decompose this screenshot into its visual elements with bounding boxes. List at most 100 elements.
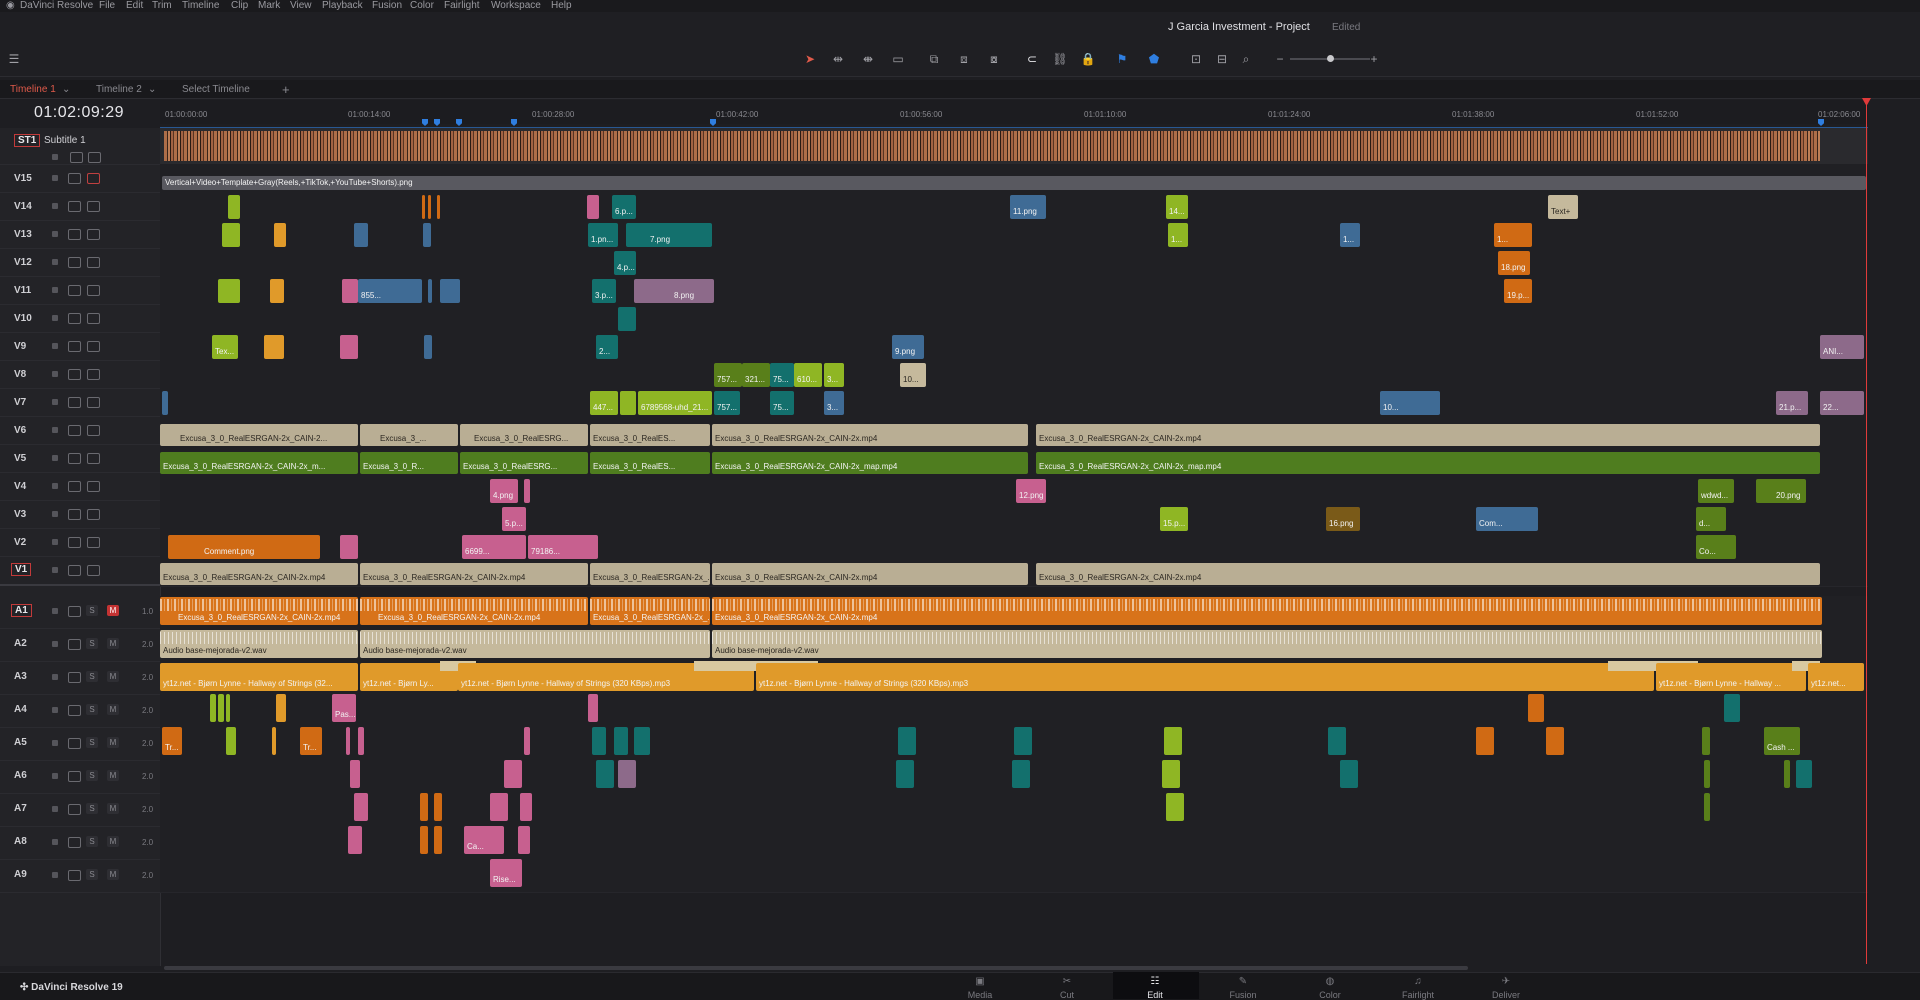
timeline-clip[interactable]: wdwd... [1698, 479, 1734, 503]
timeline-clip[interactable]: 4.p... [614, 251, 636, 275]
menu-clip[interactable]: Clip [231, 0, 248, 12]
menu-color[interactable]: Color [410, 0, 434, 12]
tab-select-timeline[interactable]: Select Timeline [182, 82, 250, 98]
audio-clip[interactable] [420, 826, 428, 854]
video-enable-icon[interactable] [87, 565, 100, 576]
mute-button[interactable]: M [107, 605, 119, 616]
video-enable-icon[interactable] [87, 509, 100, 520]
timeline-clip[interactable]: 3... [824, 363, 844, 387]
timeline-clip[interactable] [620, 391, 636, 415]
lock-icon[interactable] [52, 773, 58, 779]
timeline-clip[interactable]: 16.png [1326, 507, 1360, 531]
timeline-clip[interactable]: Excusa_3_0_RealESRGAN-2x_CAIN-2x.mp4 [1036, 563, 1820, 585]
video-disabled-icon[interactable] [87, 173, 100, 184]
lock-icon[interactable] [52, 539, 58, 545]
trim-mode-icon[interactable]: ⇹ [830, 52, 846, 66]
zoom-in-icon[interactable]: + [1366, 52, 1382, 66]
track-header-v4[interactable]: V4 [0, 472, 160, 501]
audio-clip[interactable] [226, 727, 236, 755]
timeline-options-icon[interactable]: ☰ [6, 52, 22, 66]
auto-track-icon[interactable] [68, 672, 81, 683]
track-header-v11[interactable]: V11 [0, 276, 160, 305]
edit-page-icon[interactable]: ☷ [1125, 976, 1185, 987]
solo-button[interactable]: S [86, 638, 98, 649]
timeline-clip[interactable] [228, 195, 240, 219]
audio-clip[interactable]: Rise... [490, 859, 522, 887]
track-header-v3[interactable]: V3 [0, 500, 160, 529]
audio-clip[interactable]: Audio base-mejorada-v2.wav [360, 630, 710, 658]
timeline-clip[interactable]: 6699... [462, 535, 526, 559]
track-header-st1[interactable]: ST1 Subtitle 1 [0, 128, 160, 165]
timeline-clip[interactable] [587, 195, 599, 219]
audio-clip[interactable] [358, 727, 364, 755]
auto-track-icon[interactable] [70, 152, 83, 163]
auto-track-icon[interactable] [68, 606, 81, 617]
timeline-clip[interactable]: 3.p... [592, 279, 616, 303]
menu-view[interactable]: View [290, 0, 312, 12]
timeline-clip[interactable]: Tex... [212, 335, 238, 359]
timeline-clip[interactable] [270, 279, 284, 303]
blade-mode-icon[interactable]: ▭ [890, 52, 906, 66]
auto-track-icon[interactable] [68, 285, 81, 296]
audio-clip[interactable] [434, 793, 442, 821]
auto-track-icon[interactable] [68, 341, 81, 352]
deliver-page-icon[interactable]: ✈ [1476, 976, 1536, 987]
subtitle-clips[interactable] [164, 131, 1820, 161]
audio-clip[interactable] [1704, 760, 1710, 788]
track-header-v13[interactable]: V13 [0, 220, 160, 249]
audio-clip[interactable]: yt1z.net - Bjørn Lynne - Hallway ... [1656, 663, 1806, 691]
lock-icon[interactable] [52, 175, 58, 181]
timeline-clip[interactable]: Com... [1476, 507, 1538, 531]
playhead[interactable] [1866, 98, 1867, 964]
audio-clip[interactable]: Tr... [162, 727, 182, 755]
audio-clip[interactable]: Tr... [300, 727, 322, 755]
auto-track-icon[interactable] [68, 369, 81, 380]
menu-fusion[interactable]: Fusion [372, 0, 402, 12]
mute-button[interactable]: M [107, 770, 119, 781]
timeline-clip[interactable]: d... [1696, 507, 1726, 531]
track-header-v15[interactable]: V15 [0, 164, 160, 193]
track-header-v5[interactable]: V5 [0, 444, 160, 473]
audio-clip[interactable] [1702, 727, 1710, 755]
timeline-clip[interactable]: Excusa_3_0_RealES... [590, 452, 710, 474]
auto-track-icon[interactable] [68, 201, 81, 212]
timeline-clip[interactable]: Text+ [1548, 195, 1578, 219]
overwrite-clip-icon[interactable]: ⧈ [956, 52, 972, 66]
timeline-clip[interactable] [618, 307, 636, 331]
video-enable-icon[interactable] [87, 201, 100, 212]
auto-track-icon[interactable] [68, 229, 81, 240]
audio-clip[interactable] [504, 760, 522, 788]
lock-icon[interactable] [52, 641, 58, 647]
linked-selection-icon[interactable]: ⛓ [1052, 52, 1068, 66]
timeline-clip[interactable]: Excusa_3_0_R... [360, 452, 458, 474]
audio-clip[interactable]: Excusa_3_0_RealESRGAN-2x_CAIN-2x.mp4 [712, 597, 1822, 625]
timeline-clip[interactable]: 75... [770, 363, 794, 387]
auto-track-icon[interactable] [68, 738, 81, 749]
auto-track-icon[interactable] [68, 257, 81, 268]
timeline-clip[interactable]: 22... [1820, 391, 1864, 415]
timeline-clip[interactable]: 1.pn... [588, 223, 618, 247]
fairlight-page-icon[interactable]: ♫ [1388, 976, 1448, 987]
timeline-clip[interactable] [274, 223, 286, 247]
menu-playback[interactable]: Playback [322, 0, 363, 12]
audio-clip[interactable] [348, 826, 362, 854]
timeline-clip[interactable]: 9.png [892, 335, 924, 359]
timeline-clip[interactable]: Co... [1696, 535, 1736, 559]
track-header-a6[interactable]: A6 S M 2.0 [0, 760, 160, 794]
video-enable-icon[interactable] [87, 481, 100, 492]
add-tab-icon[interactable]: + [282, 82, 290, 98]
solo-button[interactable]: S [86, 671, 98, 682]
audio-clip[interactable] [524, 727, 530, 755]
lock-icon[interactable] [52, 483, 58, 489]
audio-clip[interactable] [1164, 727, 1182, 755]
lock-icon[interactable] [52, 839, 58, 845]
auto-track-icon[interactable] [68, 397, 81, 408]
solo-button[interactable]: S [86, 869, 98, 880]
audio-clip[interactable]: Excusa_3_0_RealESRGAN-2x_CAIN-2x.mp4 [360, 597, 588, 625]
timeline-clip[interactable] [440, 279, 460, 303]
timeline-clip[interactable] [264, 335, 284, 359]
auto-track-icon[interactable] [68, 313, 81, 324]
tab-close-icon[interactable]: ⌄ [62, 82, 70, 98]
track-header-a1[interactable]: A1 S M 1.0 [0, 596, 160, 629]
menu-timeline[interactable]: Timeline [182, 0, 219, 12]
